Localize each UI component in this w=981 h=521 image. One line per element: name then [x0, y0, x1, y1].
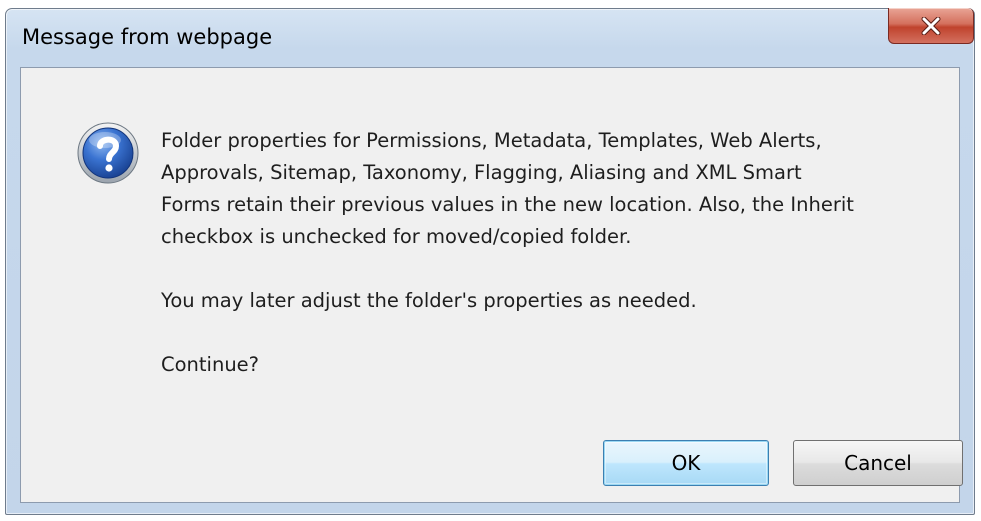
window-title: Message from webpage [22, 25, 273, 49]
dialog-message: Folder properties for Permissions, Metad… [161, 125, 941, 381]
dialog-content: Folder properties for Permissions, Metad… [20, 67, 963, 503]
question-icon [77, 122, 139, 184]
message-dialog: Message from webpage Folder properties f… [5, 8, 975, 515]
message-paragraph-2: You may later adjust the folder's proper… [161, 289, 697, 312]
ok-button[interactable]: OK [603, 440, 769, 486]
cancel-button[interactable]: Cancel [793, 440, 963, 486]
close-icon [921, 16, 941, 35]
title-bar[interactable]: Message from webpage [6, 8, 974, 65]
message-paragraph-1: Folder properties for Permissions, Metad… [161, 129, 854, 248]
message-paragraph-3: Continue? [161, 353, 260, 376]
close-button[interactable] [888, 8, 974, 44]
